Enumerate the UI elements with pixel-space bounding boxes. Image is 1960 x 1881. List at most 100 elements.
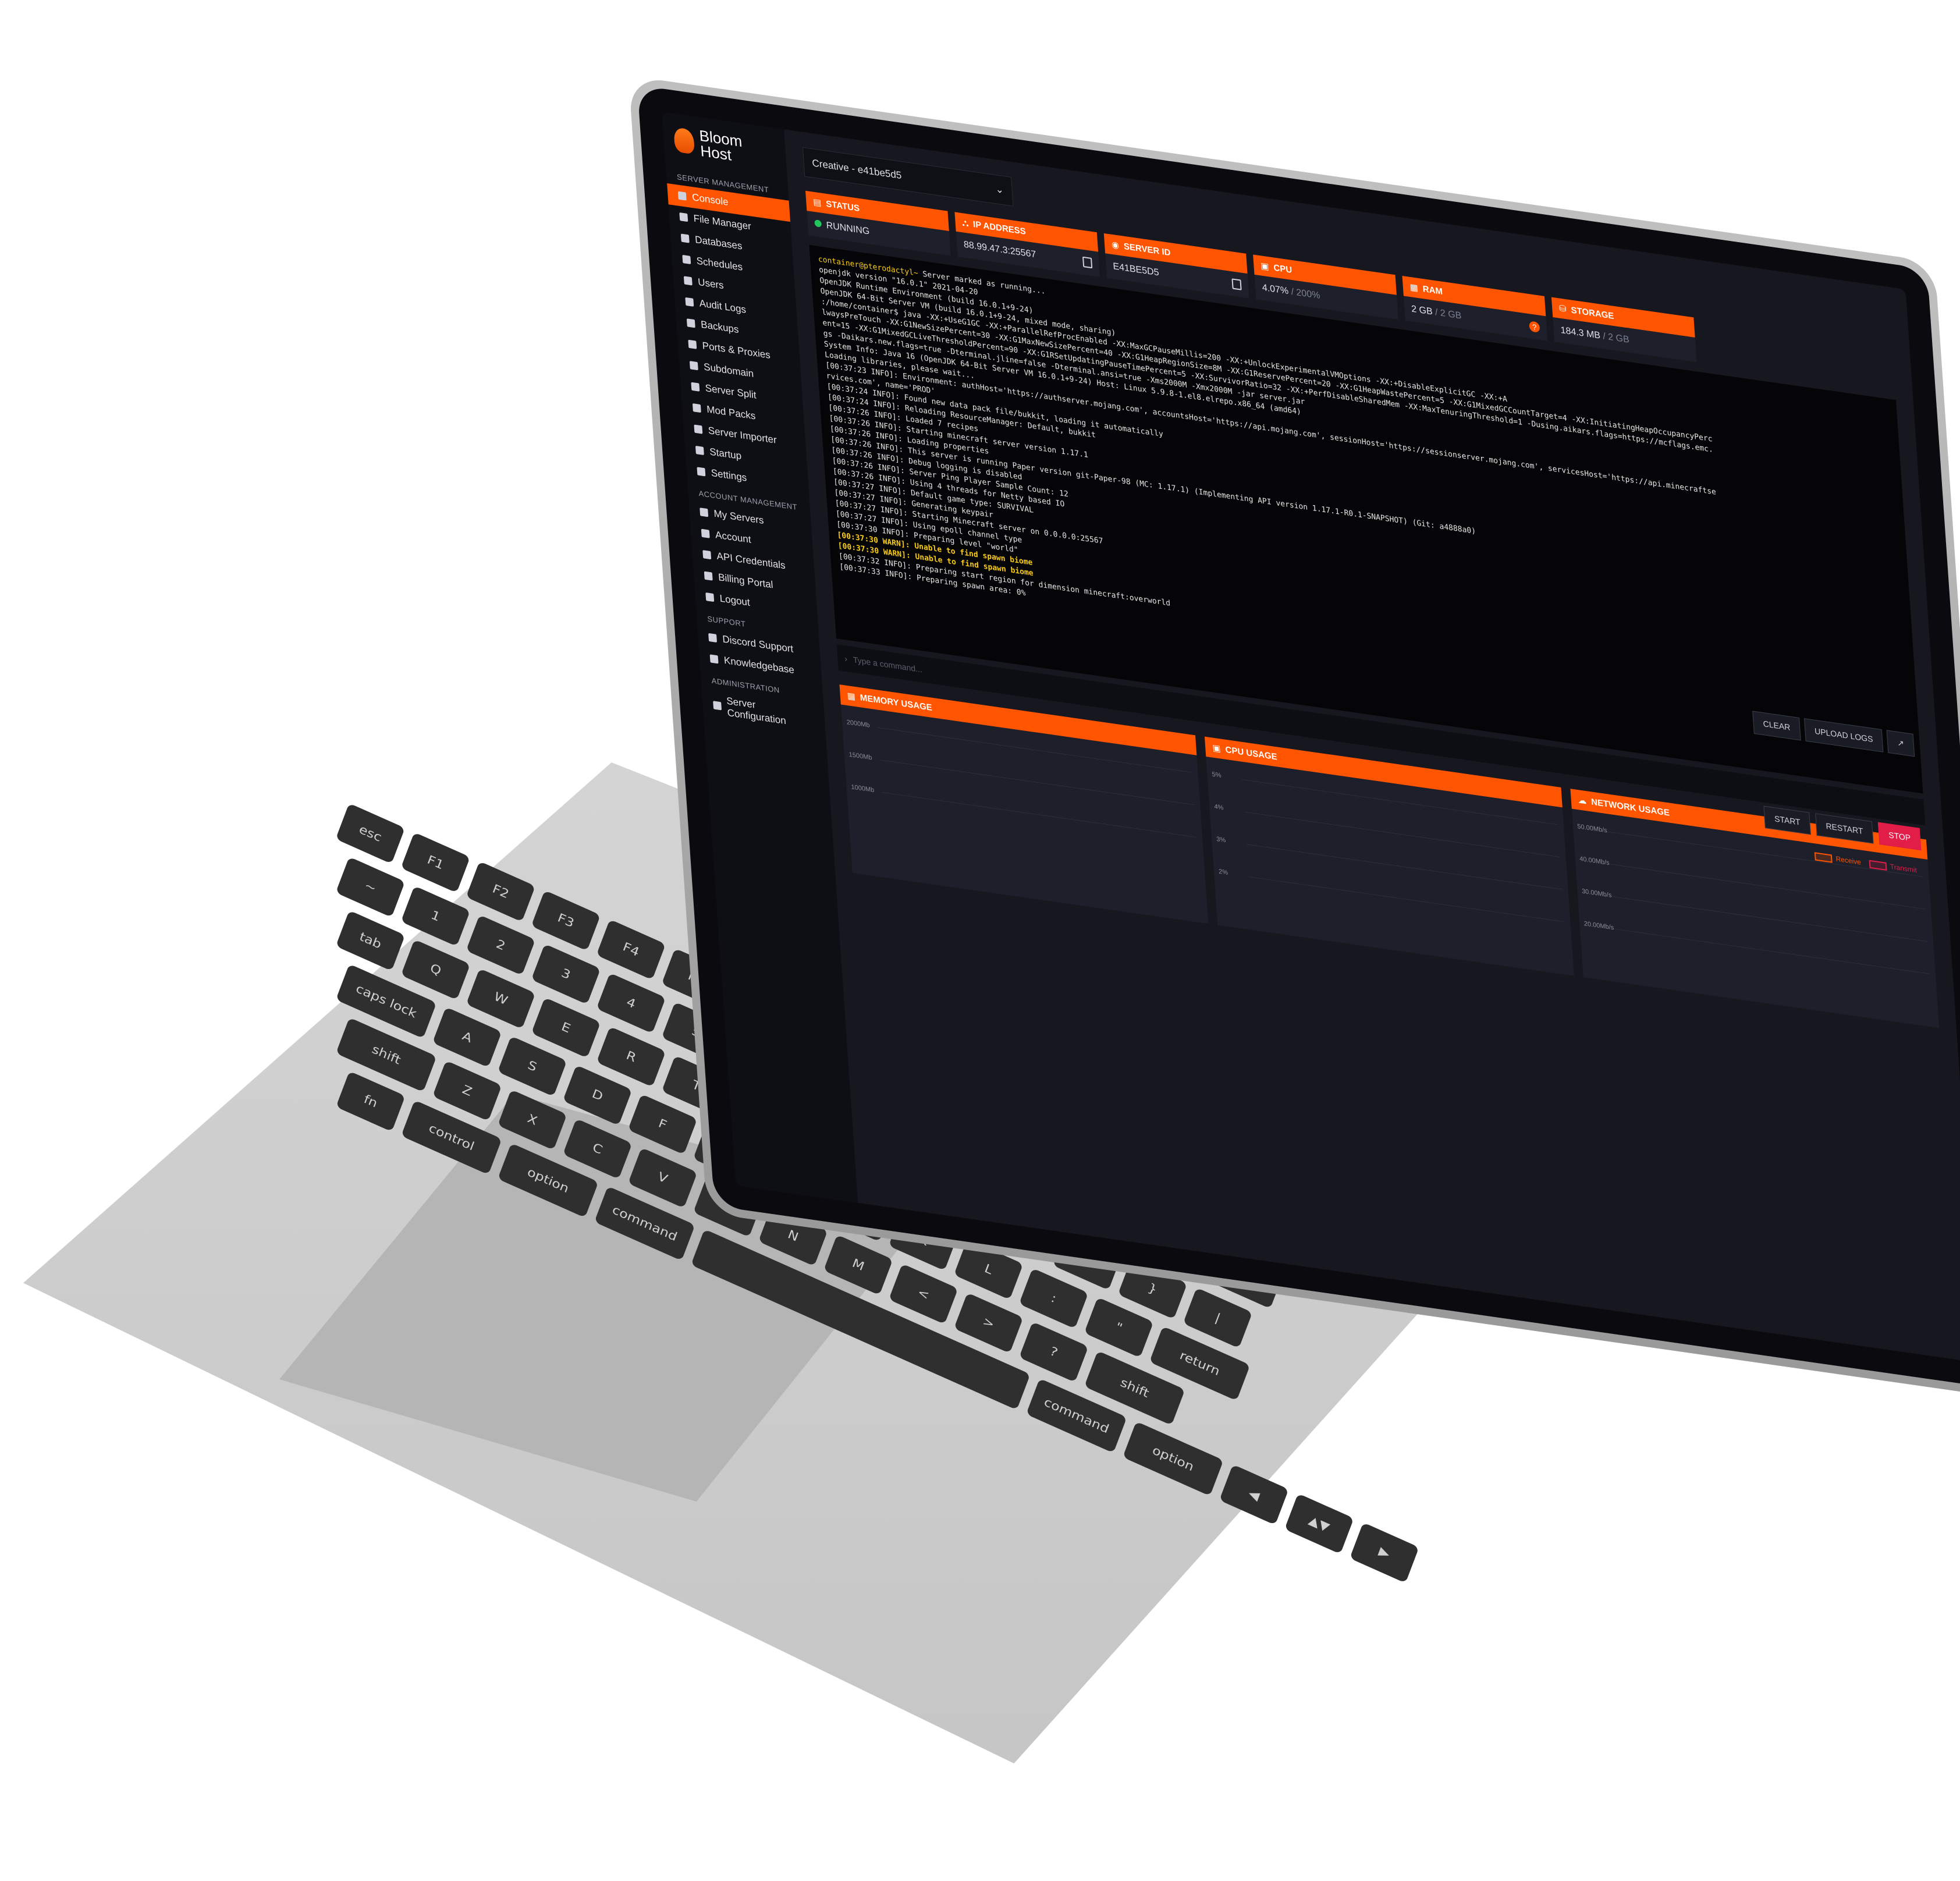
graph-cpu-title: CPU USAGE xyxy=(1224,744,1278,762)
graph-cpu: ▣ CPU USAGE 5% 4% 3% 2% xyxy=(1205,736,1574,976)
server-select-value: Creative - e41be5d5 xyxy=(811,157,902,182)
graph-memory: ▦ MEMORY USAGE 2000Mb 1500Mb 1000Mb xyxy=(839,684,1209,924)
network-icon xyxy=(688,339,697,349)
tick-label: 30.00Mb/s xyxy=(1581,888,1612,899)
terminal-icon xyxy=(677,191,687,201)
key-symbol[interactable]: ~ xyxy=(335,857,406,918)
key-1[interactable]: 1 xyxy=(400,885,471,947)
key-x[interactable]: X xyxy=(498,1089,567,1151)
split-icon xyxy=(691,382,700,392)
laptop-lid: Bloom Host SERVER MANAGEMENT Console File… xyxy=(629,76,1960,1400)
folder-icon xyxy=(679,212,688,222)
storage-value: 184.3 MB xyxy=(1560,325,1601,341)
tick-label: 1500Mb xyxy=(848,751,872,762)
key-symbol[interactable]: ▶ xyxy=(1350,1522,1419,1584)
memory-icon: ▦ xyxy=(1409,282,1419,294)
chevron-right-icon: › xyxy=(844,654,848,664)
card-status: ▤ STATUS RUNNING xyxy=(805,190,951,256)
key-esc[interactable]: esc xyxy=(335,803,405,864)
server-icon: ▤ xyxy=(812,197,822,208)
tick-label: 4% xyxy=(1214,803,1224,812)
card-ip: ⛬ IP ADDRESS 88.99.47.3:25567 xyxy=(954,212,1100,278)
memory-icon: ▦ xyxy=(847,690,856,702)
network-icon: ⛬ xyxy=(961,218,969,229)
cloud-icon: ☁ xyxy=(1577,795,1587,807)
ram-value: 2 GB xyxy=(1411,304,1433,317)
sidebar-item-label: My Servers xyxy=(713,507,765,527)
book-icon xyxy=(709,654,719,664)
status-value: RUNNING xyxy=(826,220,870,237)
key-f[interactable]: F xyxy=(627,1094,698,1155)
key-4[interactable]: 4 xyxy=(596,973,666,1034)
sidebar-item-label: Subdomain xyxy=(703,361,754,379)
card-ip-title: IP ADDRESS xyxy=(972,219,1027,237)
card-storage: ⛁ STORAGE 184.3 MB / 2 GB xyxy=(1551,297,1697,363)
key-symbol[interactable]: : xyxy=(1018,1268,1089,1329)
tick-label: 2000Mb xyxy=(846,718,870,729)
main-content: Creative - e41be5d5 ⌄ ▤ STATUS RUNNING ⛬ I… xyxy=(784,129,1960,1362)
chevron-down-icon: ⌄ xyxy=(995,183,1004,196)
panel-screen: Bloom Host SERVER MANAGEMENT Console File… xyxy=(662,112,1960,1363)
key-f1[interactable]: F1 xyxy=(400,832,470,893)
key-tab[interactable]: tab xyxy=(335,910,406,971)
tick-label: 2% xyxy=(1218,868,1228,876)
key-d[interactable]: D xyxy=(562,1064,633,1126)
key-fn[interactable]: fn xyxy=(336,1071,406,1132)
external-link-icon[interactable]: ↗ xyxy=(1886,730,1915,757)
import-icon xyxy=(694,424,703,434)
file-icon xyxy=(685,297,694,307)
cpu-max: / 200% xyxy=(1291,286,1320,301)
server-icon xyxy=(700,507,709,517)
cpu-icon: ▣ xyxy=(1212,743,1222,754)
link-icon xyxy=(689,361,698,371)
sidebar-item-label: Audit Logs xyxy=(699,297,747,315)
key-s[interactable]: S xyxy=(497,1035,567,1097)
sidebar-item-label: Server Split xyxy=(705,382,757,401)
key-symbol[interactable]: " xyxy=(1084,1297,1154,1358)
key-a[interactable]: A xyxy=(432,1007,502,1068)
sidebar-item-label: Billing Portal xyxy=(718,571,774,591)
gridline xyxy=(881,792,1197,838)
sidebar-item-label: Mod Packs xyxy=(706,403,756,422)
copy-icon[interactable] xyxy=(1231,278,1242,290)
gear-icon xyxy=(697,467,706,477)
card-server-id: ◉ SERVER ID E41BE5D5 xyxy=(1103,233,1249,299)
sidebar-item-label: File Manager xyxy=(693,212,752,232)
sidebar-item-label: Console xyxy=(691,191,729,208)
sidebar-item-label: Settings xyxy=(711,467,747,484)
id-icon: ◉ xyxy=(1111,239,1120,251)
key-3[interactable]: 3 xyxy=(531,943,601,1005)
card-server-id-title: SERVER ID xyxy=(1123,241,1171,258)
help-icon[interactable]: ? xyxy=(1529,321,1540,333)
card-storage-title: STORAGE xyxy=(1570,304,1614,321)
archive-icon xyxy=(686,318,695,328)
cart-icon xyxy=(704,571,713,581)
storage-max: / 2 GB xyxy=(1602,331,1630,345)
sidebar-item-label: Startup xyxy=(709,446,742,462)
ram-max: / 2 GB xyxy=(1435,307,1462,321)
tick-label: 50.00Mb/s xyxy=(1577,823,1608,835)
cpu-icon: ▣ xyxy=(1260,261,1270,272)
sidebar-item-label: Backups xyxy=(700,318,739,336)
sidebar-item-label: Account xyxy=(715,529,752,546)
calendar-icon xyxy=(682,254,691,265)
discord-icon xyxy=(708,633,718,643)
key-symbol[interactable]: ◀ xyxy=(1219,1464,1289,1525)
command-placeholder: Type a command... xyxy=(853,655,923,675)
key-icon xyxy=(702,550,712,560)
key-option[interactable]: option xyxy=(1123,1421,1224,1496)
storage-icon: ⛁ xyxy=(1558,303,1567,315)
user-icon xyxy=(701,528,710,538)
gear-icon xyxy=(713,701,722,711)
server-id-value: E41BE5D5 xyxy=(1112,261,1160,278)
key-2[interactable]: 2 xyxy=(466,914,536,976)
tick-label: 20.00Mb/s xyxy=(1583,920,1614,932)
users-icon xyxy=(683,276,693,286)
ip-value: 88.99.47.3:25567 xyxy=(963,239,1036,260)
copy-icon[interactable] xyxy=(1082,256,1093,269)
logout-icon xyxy=(705,592,715,602)
key-symbol[interactable]: ? xyxy=(1019,1321,1089,1383)
tick-label: 3% xyxy=(1216,835,1226,844)
key-symbol[interactable]: ▲▼ xyxy=(1284,1493,1354,1555)
sidebar-item-label: Logout xyxy=(719,592,751,608)
